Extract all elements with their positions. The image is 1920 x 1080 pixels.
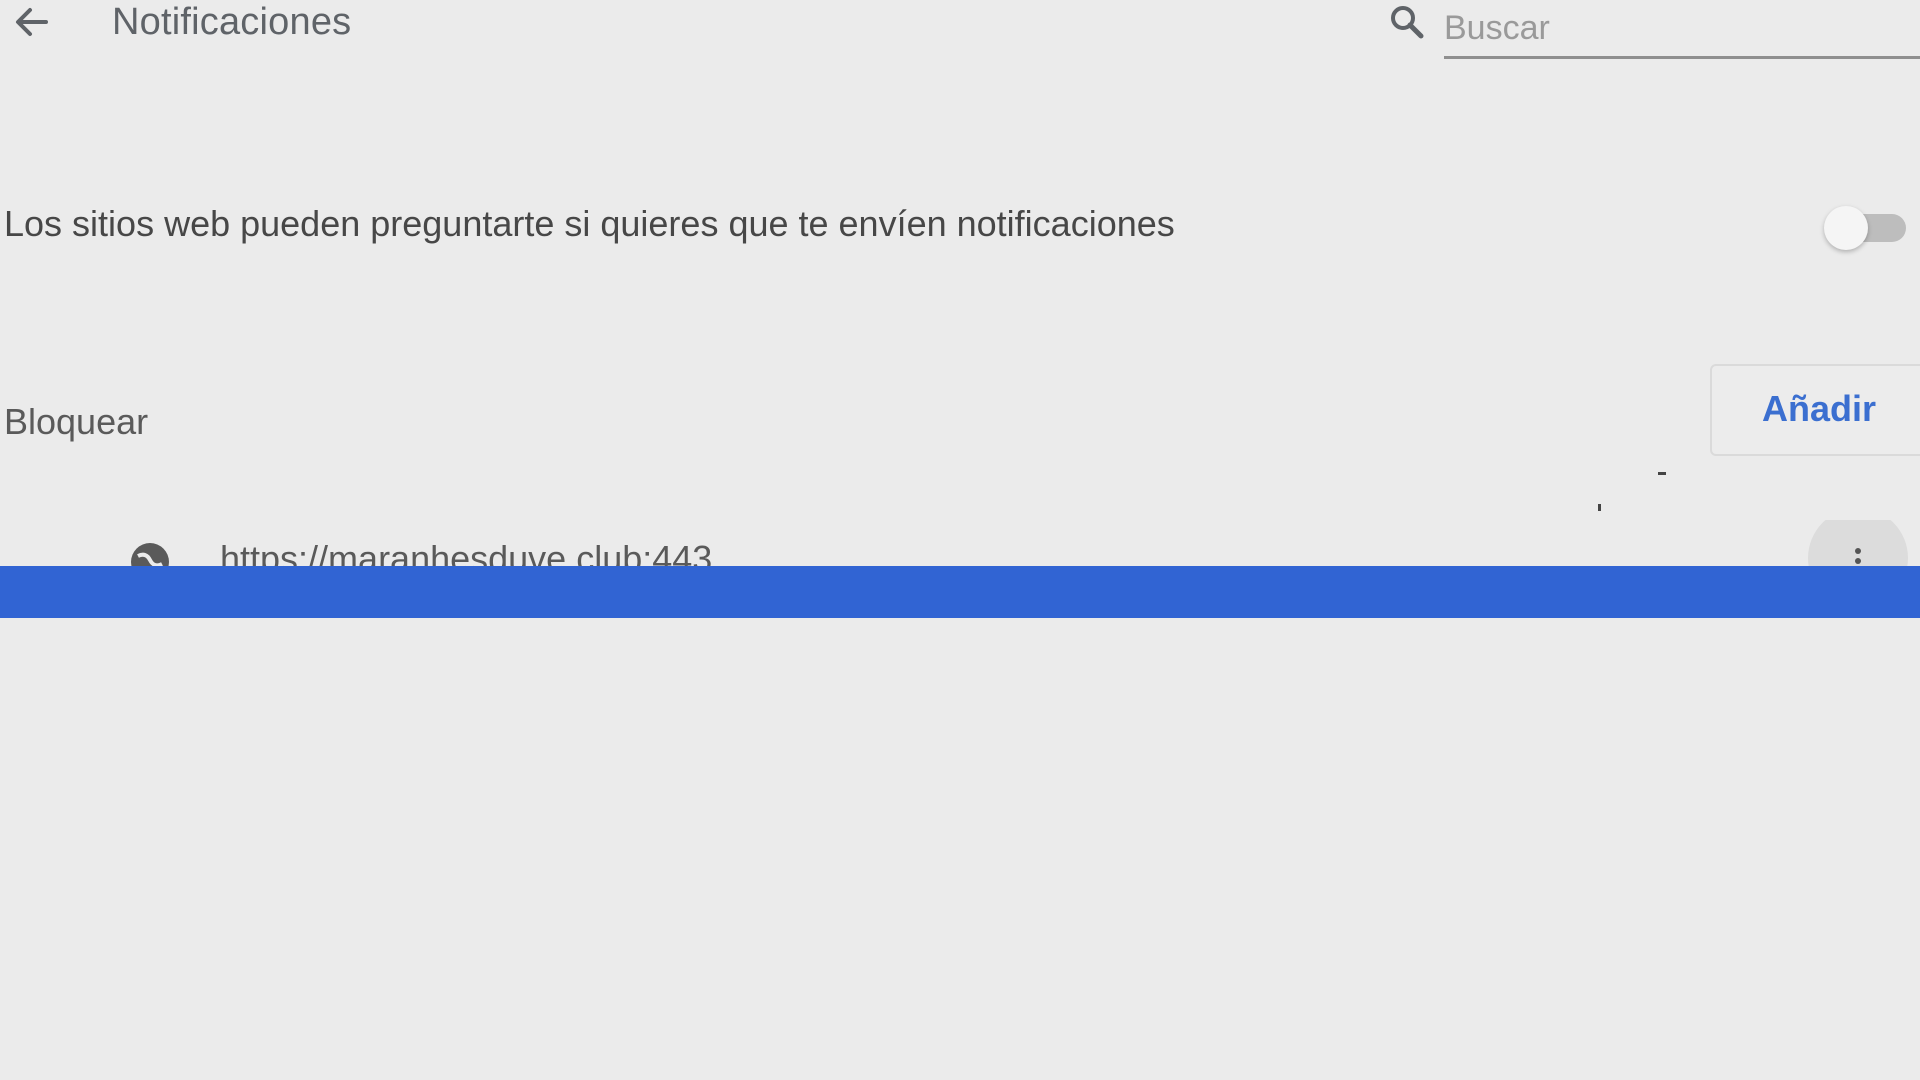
add-blocked-site-button[interactable]: Añadir	[1710, 364, 1920, 456]
page-title: Notificaciones	[112, 1, 352, 43]
ask-before-sending-toggle[interactable]	[1818, 202, 1914, 254]
ask-before-sending-label: Los sitios web pueden preguntarte si qui…	[4, 203, 1175, 244]
search-icon[interactable]	[1386, 2, 1428, 42]
blocked-site-row[interactable]: https://maranhesduve.club:443	[0, 520, 1920, 570]
back-button[interactable]	[4, 0, 60, 44]
site-more-actions-button[interactable]	[1808, 520, 1908, 570]
notifications-settings-page: Notificaciones Los sitios web pueden pre…	[0, 0, 1920, 1080]
toggle-knob	[1824, 206, 1868, 250]
add-button-label: Añadir	[1762, 388, 1877, 429]
artifact-speck	[1598, 504, 1601, 511]
artifact-speck	[1658, 472, 1666, 475]
block-section-title: Bloquear	[4, 401, 149, 442]
search-input[interactable]	[1444, 0, 1920, 59]
blue-overlay-bar	[0, 566, 1920, 618]
arrow-left-icon	[16, 8, 48, 36]
